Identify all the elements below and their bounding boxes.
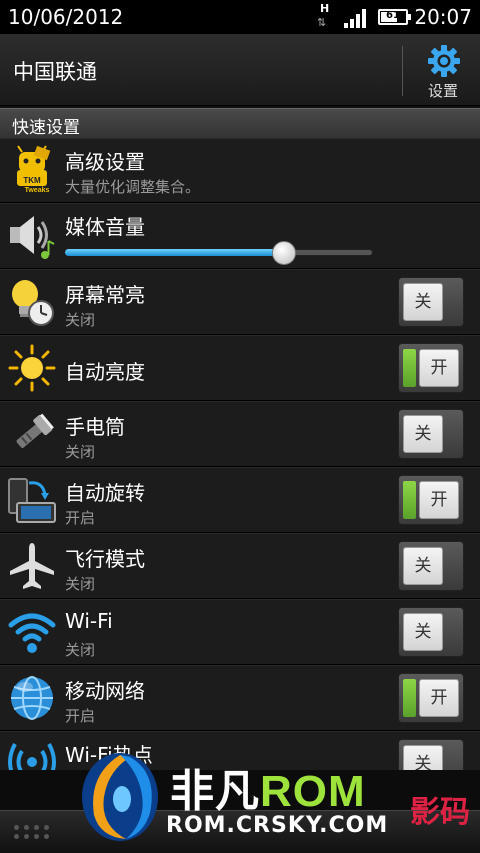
watermark-brand: 非凡ROM bbox=[170, 755, 366, 819]
status-date: 10/06/2012 bbox=[8, 5, 124, 29]
screen-always-on-toggle[interactable]: 关 bbox=[398, 277, 464, 327]
toggle-label: 关 bbox=[403, 415, 443, 453]
item-title: 飞行模式 bbox=[65, 547, 145, 571]
status-bar: 10/06/2012 H ⇅ 61 20:07 bbox=[0, 0, 480, 34]
gear-icon bbox=[428, 45, 460, 77]
slider-thumb[interactable] bbox=[271, 241, 296, 265]
mobile-network-toggle[interactable]: 开 bbox=[398, 673, 464, 723]
list-item-flashlight[interactable]: 手电筒 关闭 关 bbox=[0, 401, 480, 467]
wifi-icon bbox=[8, 613, 56, 653]
list-item-advanced-settings[interactable]: TKM Tweaks 高级设置 大量优化调整集合。 bbox=[0, 138, 480, 203]
svg-text:Tweaks: Tweaks bbox=[25, 187, 50, 194]
sun-icon bbox=[8, 344, 56, 392]
toggle-label: 关 bbox=[403, 613, 443, 651]
notification-header: 中国联通 设置 bbox=[0, 34, 480, 106]
signal-icon bbox=[344, 8, 370, 28]
item-title: 高级设置 bbox=[65, 150, 145, 174]
list-item-media-volume: 媒体音量 bbox=[0, 203, 480, 269]
watermark-url: ROM.CRSKY.COM bbox=[166, 813, 389, 838]
settings-button[interactable]: 设置 bbox=[410, 42, 476, 102]
list-item-auto-rotate[interactable]: 自动旋转 开启 开 bbox=[0, 467, 480, 533]
item-title: 屏幕常亮 bbox=[65, 283, 145, 307]
quick-settings-list: TKM Tweaks 高级设置 大量优化调整集合。 媒体音量 屏幕常亮 关闭 关… bbox=[0, 138, 480, 770]
item-subtitle: 关闭 bbox=[65, 641, 96, 659]
auto-rotate-toggle[interactable]: 开 bbox=[398, 475, 464, 525]
volume-icon bbox=[10, 216, 55, 259]
bulb-clock-icon bbox=[12, 280, 54, 326]
watermark-right-text: 影码 bbox=[410, 795, 470, 830]
slider-fill bbox=[65, 249, 284, 256]
toggle-label: 关 bbox=[403, 283, 443, 321]
flashlight-toggle[interactable]: 关 bbox=[398, 409, 464, 459]
auto-brightness-toggle[interactable]: 开 bbox=[398, 343, 464, 393]
battery-level: 61 bbox=[386, 10, 400, 21]
watermark-logo-icon bbox=[82, 753, 158, 841]
wifi-toggle[interactable]: 关 bbox=[398, 607, 464, 657]
list-item-wifi[interactable]: Wi-Fi 关闭 关 bbox=[0, 599, 480, 665]
watermark: 非凡ROM ROM.CRSKY.COM 影码 bbox=[70, 745, 480, 850]
media-volume-slider[interactable] bbox=[65, 241, 373, 265]
toggle-label: 开 bbox=[419, 349, 459, 387]
airplane-icon bbox=[10, 543, 54, 589]
flashlight-icon bbox=[16, 413, 54, 448]
status-time: 20:07 bbox=[414, 5, 472, 29]
drag-handle-icon[interactable] bbox=[14, 825, 54, 841]
header-divider bbox=[402, 46, 403, 96]
toggle-label: 开 bbox=[419, 679, 459, 717]
item-title: 移动网络 bbox=[65, 679, 145, 703]
list-item-screen-always-on[interactable]: 屏幕常亮 关闭 关 bbox=[0, 269, 480, 335]
carrier-name: 中国联通 bbox=[13, 60, 97, 84]
item-subtitle: 开启 bbox=[65, 707, 96, 725]
item-subtitle: 关闭 bbox=[65, 311, 96, 329]
rotate-icon bbox=[8, 478, 56, 523]
svg-text:TKM: TKM bbox=[23, 176, 41, 185]
watermark-brand-rom: ROM bbox=[260, 767, 366, 816]
toggle-label: 开 bbox=[419, 481, 459, 519]
list-item-mobile-network[interactable]: 移动网络 开启 开 bbox=[0, 665, 480, 731]
tweaks-icon: TKM Tweaks bbox=[17, 145, 51, 194]
watermark-brand-prefix: 非凡 bbox=[170, 767, 260, 816]
battery-icon: 61 bbox=[378, 9, 411, 25]
list-item-airplane-mode[interactable]: 飞行模式 关闭 关 bbox=[0, 533, 480, 599]
item-subtitle: 开启 bbox=[65, 509, 96, 527]
item-title: 手电筒 bbox=[65, 415, 125, 439]
list-item-auto-brightness[interactable]: 自动亮度 开 bbox=[0, 335, 480, 401]
section-title: 快速设置 bbox=[12, 118, 80, 138]
settings-label: 设置 bbox=[427, 82, 458, 100]
globe-icon bbox=[11, 676, 53, 720]
item-title: 自动旋转 bbox=[65, 481, 145, 505]
hotspot-icon bbox=[8, 743, 56, 770]
item-subtitle: 大量优化调整集合。 bbox=[65, 178, 201, 196]
item-title: Wi-Fi bbox=[65, 609, 113, 633]
airplane-mode-toggle[interactable]: 关 bbox=[398, 541, 464, 591]
network-type-icon: H ⇅ bbox=[317, 2, 330, 29]
toggle-label: 关 bbox=[403, 547, 443, 585]
item-subtitle: 关闭 bbox=[65, 575, 96, 593]
item-subtitle: 关闭 bbox=[65, 443, 96, 461]
item-title: 自动亮度 bbox=[65, 360, 145, 384]
section-header: 快速设置 bbox=[0, 108, 480, 138]
item-title: 媒体音量 bbox=[65, 215, 145, 239]
network-type-label: H bbox=[320, 2, 330, 15]
